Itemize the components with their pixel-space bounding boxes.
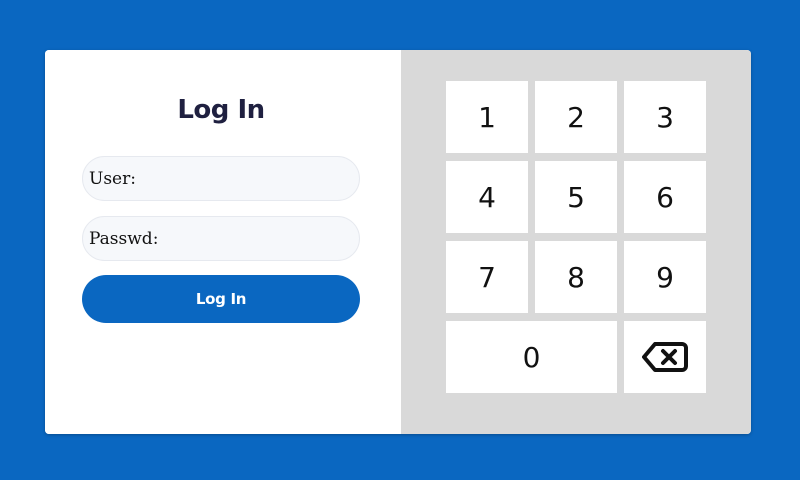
user-field[interactable]: User:	[82, 156, 360, 201]
key-9[interactable]: 9	[624, 241, 706, 313]
key-6[interactable]: 6	[624, 161, 706, 233]
user-label: User:	[89, 168, 136, 189]
key-3[interactable]: 3	[624, 81, 706, 153]
key-4[interactable]: 4	[446, 161, 528, 233]
login-card: Log In User: Passwd: Log In 1 2 3 4 5 6 …	[45, 50, 751, 434]
password-input[interactable]	[162, 216, 369, 261]
key-1[interactable]: 1	[446, 81, 528, 153]
key-7[interactable]: 7	[446, 241, 528, 313]
password-label: Passwd:	[89, 228, 159, 249]
user-input[interactable]	[139, 156, 346, 201]
page-title: Log In	[177, 95, 265, 125]
backspace-button[interactable]	[624, 321, 706, 393]
key-2[interactable]: 2	[535, 81, 617, 153]
login-panel: Log In User: Passwd: Log In	[45, 50, 401, 434]
keypad: 1 2 3 4 5 6 7 8 9 0	[401, 50, 751, 434]
password-field[interactable]: Passwd:	[82, 216, 369, 261]
key-8[interactable]: 8	[535, 241, 617, 313]
backspace-icon	[642, 341, 688, 373]
key-5[interactable]: 5	[535, 161, 617, 233]
key-0[interactable]: 0	[446, 321, 617, 393]
login-button[interactable]: Log In	[82, 275, 360, 323]
app-background: Log In User: Passwd: Log In 1 2 3 4 5 6 …	[0, 0, 800, 480]
